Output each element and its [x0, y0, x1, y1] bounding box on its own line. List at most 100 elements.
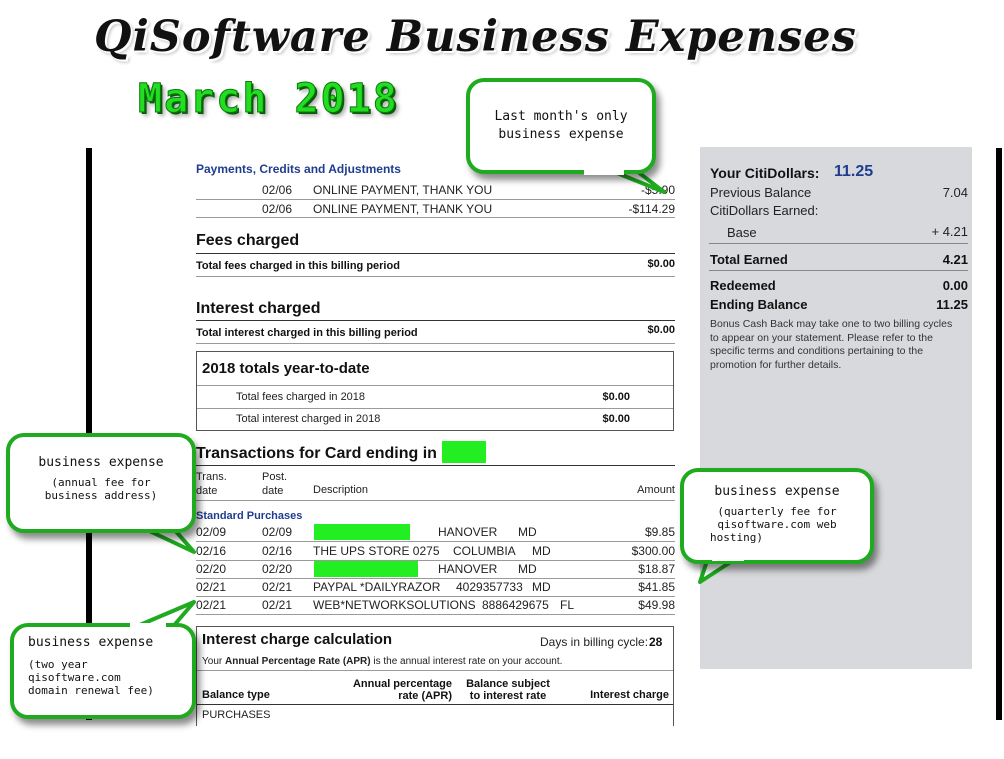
tail-cover	[130, 623, 166, 628]
divider	[196, 217, 675, 218]
ytd-interest-label: Total interest charged in 2018	[236, 413, 381, 425]
days-in-cycle-value: 28	[649, 635, 663, 649]
trans-date: 02/09	[196, 525, 227, 539]
divider	[196, 276, 675, 277]
col-trans-date: Trans. date	[196, 471, 227, 497]
base-value: + 4.21	[931, 224, 968, 239]
redeemed-value: 0.00	[942, 278, 968, 293]
merchant-state: MD	[518, 562, 537, 576]
callout-domain-renewal: business expense (two year qisoftware.co…	[10, 623, 196, 719]
trans-date: 02/16	[196, 544, 227, 558]
col-description: Description	[313, 484, 369, 496]
merchant-name: WEB*NETWORKSOLUTIONS	[313, 598, 476, 612]
base-label: Base	[727, 225, 757, 240]
trans-date: 02/20	[196, 562, 227, 576]
merchant-phone: 4029357733	[456, 580, 523, 594]
divider	[196, 465, 675, 466]
earned-label: CitiDollars Earned:	[710, 203, 819, 218]
payments-heading: Payments, Credits and Adjustments	[196, 162, 401, 176]
trans-date: 02/21	[196, 598, 227, 612]
payment-row-date: 02/06	[262, 202, 293, 216]
month-label: March 2018	[138, 76, 399, 123]
merchant-city: COLUMBIA	[453, 544, 516, 558]
merchant-mask	[314, 524, 410, 540]
post-date: 02/21	[262, 598, 293, 612]
amount: $49.98	[638, 598, 675, 612]
col-interest-charge: Interest charge	[590, 689, 669, 701]
merchant-state: MD	[518, 525, 537, 539]
divider	[196, 199, 675, 200]
divider	[709, 270, 968, 271]
days-in-cycle-label: Days in billing cycle:	[540, 635, 649, 649]
divider	[197, 670, 673, 671]
fees-total-label: Total fees charged in this billing perio…	[196, 260, 400, 272]
merchant-phone: 8886429675	[482, 598, 549, 612]
divider	[197, 385, 673, 386]
table-row: 02/21 02/21 WEB*NETWORKSOLUTIONS 8886429…	[196, 598, 675, 614]
standard-purchases-heading: Standard Purchases	[196, 510, 303, 522]
redeemed-label: Redeemed	[710, 278, 776, 293]
table-row: 02/16 02/16 THE UPS STORE 0275 COLUMBIA …	[196, 544, 675, 560]
previous-balance-label: Previous Balance	[710, 185, 812, 200]
divider	[196, 560, 675, 561]
divider	[196, 541, 675, 542]
page-title: QiSoftware Business Expenses	[94, 12, 857, 62]
post-date: 02/21	[262, 580, 293, 594]
citidollars-value: 11.25	[834, 163, 874, 180]
payment-row-date: 02/06	[262, 183, 293, 197]
callout-annual-fee: business expense (annual fee for busines…	[6, 433, 196, 533]
divider	[196, 253, 675, 254]
merchant-name: THE UPS STORE 0275	[313, 544, 440, 558]
right-border-bar	[996, 148, 1002, 720]
merchant-state: FL	[560, 598, 575, 612]
merchant-state: MD	[532, 544, 551, 558]
divider	[196, 320, 675, 321]
post-date: 02/20	[262, 562, 293, 576]
table-row: 02/21 02/21 PAYPAL *DAILYRAZOR 402935773…	[196, 580, 675, 596]
col-balance-subject: Balance subject to interest rate	[466, 678, 550, 702]
post-date: 02/16	[262, 544, 293, 558]
callout-quarterly-fee: business expense (quarterly fee for qiso…	[680, 468, 874, 564]
previous-balance-value: 7.04	[942, 185, 968, 200]
ytd-fees-label: Total fees charged in 2018	[236, 391, 366, 403]
fees-total-value: $0.00	[647, 258, 675, 270]
merchant-state: MD	[532, 580, 551, 594]
tail-cover	[584, 170, 624, 175]
ytd-heading: 2018 totals year-to-date	[202, 360, 370, 377]
divider	[709, 243, 968, 244]
apr-description: Your Annual Percentage Rate (APR) is the…	[202, 656, 563, 667]
citidollars-label: Your CitiDollars:	[710, 165, 820, 181]
divider	[196, 343, 675, 344]
merchant-mask	[314, 561, 418, 577]
ytd-interest-value: $0.00	[602, 413, 630, 425]
divider	[196, 500, 675, 501]
divider	[197, 704, 673, 705]
ending-balance-label: Ending Balance	[710, 297, 808, 312]
amount: $300.00	[631, 544, 675, 558]
post-date: 02/09	[262, 525, 293, 539]
interest-heading: Interest charged	[196, 300, 321, 317]
fees-heading: Fees charged	[196, 232, 300, 249]
divider	[197, 408, 673, 409]
purchases-row: PURCHASES	[202, 709, 271, 721]
divider	[196, 578, 675, 579]
payment-row-desc: ONLINE PAYMENT, THANK YOU	[313, 202, 493, 216]
ending-balance-value: 11.25	[936, 297, 968, 312]
col-apr: Annual percentage rate (APR)	[352, 678, 452, 702]
interest-calc-heading: Interest charge calculation	[202, 631, 393, 648]
trans-date: 02/21	[196, 580, 227, 594]
table-row: 02/20 02/20 HANOVER MD $18.87	[196, 561, 675, 578]
total-earned-value: 4.21	[942, 252, 968, 267]
callout-last-month: Last month's only business expense	[466, 78, 656, 174]
card-number-mask	[442, 441, 486, 463]
divider	[196, 596, 675, 597]
table-row: 02/09 02/09 HANOVER MD $9.85	[196, 524, 675, 541]
interest-total-label: Total interest charged in this billing p…	[196, 327, 418, 339]
ytd-fees-value: $0.00	[602, 391, 630, 403]
total-earned-label: Total Earned	[710, 252, 788, 267]
merchant-city: HANOVER	[438, 562, 498, 576]
col-post-date: Post. date	[262, 471, 288, 497]
bonus-note: Bonus Cash Back may take one to two bill…	[710, 318, 953, 371]
payment-row-desc: ONLINE PAYMENT, THANK YOU	[313, 183, 493, 197]
interest-total-value: $0.00	[647, 324, 675, 336]
